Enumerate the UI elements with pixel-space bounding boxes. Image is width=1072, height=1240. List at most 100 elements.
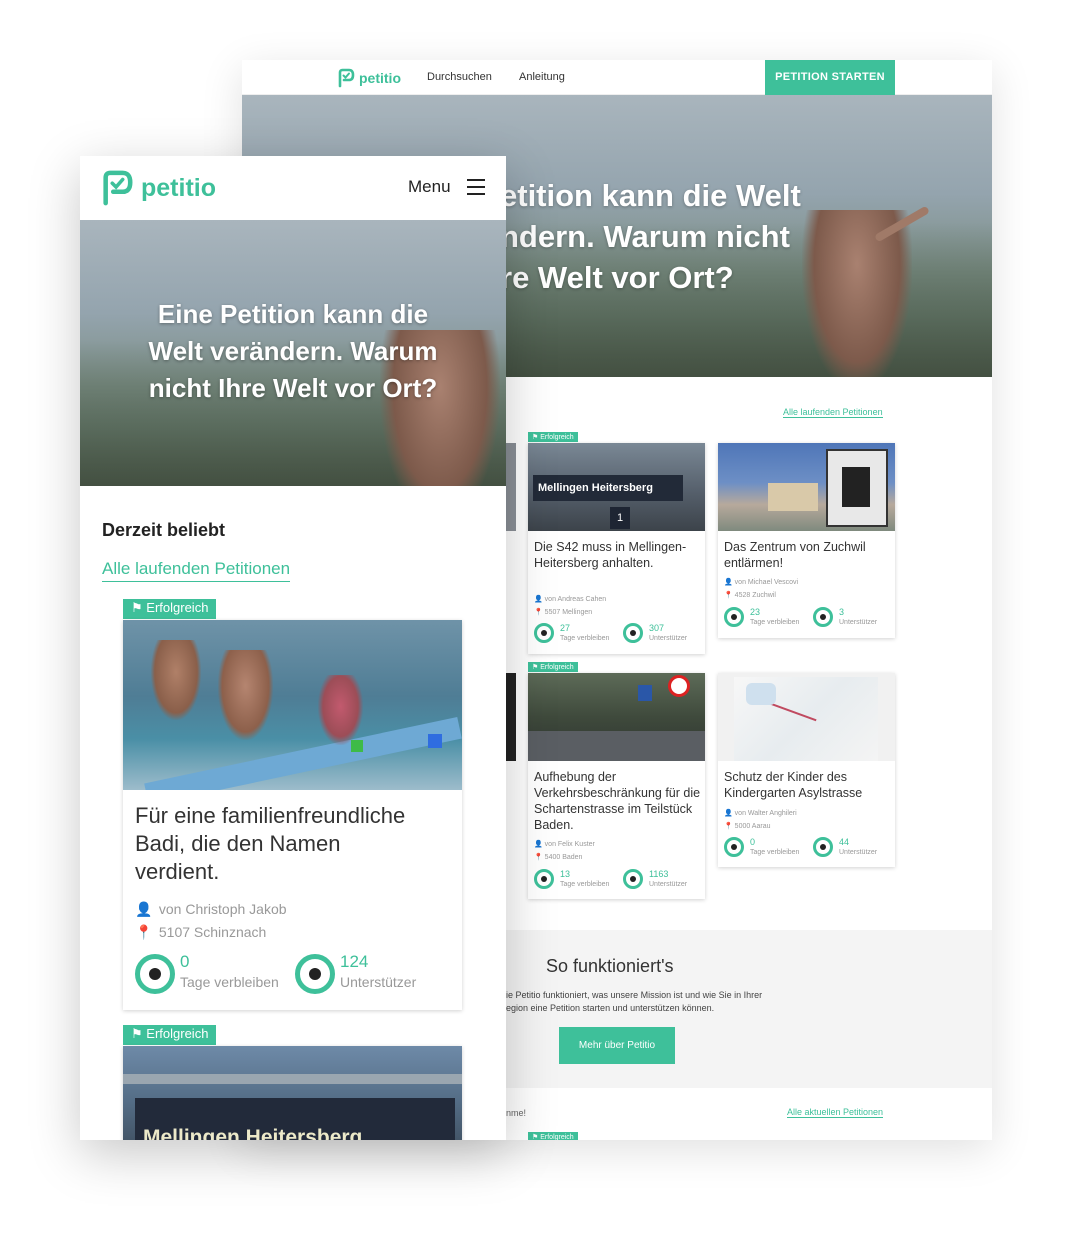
- card3-supporters-label: Unterstützer: [649, 881, 688, 888]
- card1-flag-badge: ⚑ Erfolgreich: [528, 432, 578, 442]
- card2-image: [718, 443, 895, 531]
- how-title: So funktioniert's: [546, 956, 674, 976]
- card1-title[interactable]: Die S42 muss in Mellingen-Heitersberg an…: [534, 539, 699, 571]
- mobile-mockup: petitio Menu Eine Petition kann die Welt…: [80, 156, 506, 1140]
- partial-card-left-1: [506, 443, 516, 531]
- station-canopy: [123, 1074, 462, 1084]
- roundabout-building: [768, 483, 818, 511]
- menu-label[interactable]: Menu: [408, 177, 451, 197]
- sign-pen-icon: [813, 837, 833, 857]
- section-title: Derzeit beliebt: [102, 520, 226, 540]
- mobile-card2-image: Mellingen Heitersberg: [123, 1046, 462, 1140]
- mobile-hero: Eine Petition kann die Welt verändern. W…: [80, 220, 506, 486]
- child-3: [318, 675, 363, 745]
- card3-place: 📍 5400 Baden: [534, 854, 583, 861]
- card2-supporters: 3: [839, 607, 845, 617]
- desktop-logo-text: petitio: [359, 70, 401, 86]
- card4-map-image: [718, 673, 895, 761]
- mobile-petition-card-badi[interactable]: Für eine familienfreundliche Badi, die d…: [123, 620, 462, 1010]
- desktop-all-running-link[interactable]: Alle laufenden Petitionen: [783, 407, 883, 418]
- card3-image: [528, 673, 705, 761]
- child-2: [218, 650, 273, 740]
- card1-days-label: Tage verbleiben: [560, 635, 610, 642]
- mobile-logo-text: petitio: [141, 173, 216, 202]
- card3-days-label: Tage verbleiben: [560, 881, 610, 888]
- card1-place: 📍 5507 Mellingen: [534, 609, 593, 616]
- mobile-card1-supporters: 124: [340, 952, 369, 971]
- card4-days-label: Tage verbleiben: [750, 849, 800, 856]
- mobile-card1-image: [123, 620, 462, 790]
- clock-icon: [534, 623, 554, 643]
- card3-supporters: 1163: [649, 869, 669, 879]
- info-sign: [638, 685, 652, 701]
- petition-card-zuchwil[interactable]: Das Zentrum von Zuchwil entlärmen! 👤 von…: [718, 443, 895, 638]
- sign-pen-icon: [813, 607, 833, 627]
- desktop-logo[interactable]: petitio: [337, 68, 401, 88]
- logo-icon: [103, 170, 133, 206]
- no-entry-sign: [668, 675, 690, 697]
- card1-image: Mellingen Heitersberg 1: [528, 443, 705, 531]
- desktop-hero-heading: etition kann die Welt ndern. Warum nicht…: [500, 178, 801, 295]
- station-sign: Mellingen Heitersberg: [533, 475, 683, 501]
- mobile-card1-supporters-label: Unterstützer: [340, 974, 417, 990]
- petition-card-aarau[interactable]: Schutz der Kinder des Kindergarten Asyls…: [718, 673, 895, 867]
- card1-supporters: 307: [649, 623, 665, 633]
- petition-card-baden[interactable]: Aufhebung der Verkehrsbeschränkung für d…: [528, 673, 705, 899]
- mobile-card2-flag-badge: ⚑ Erfolgreich: [123, 1025, 217, 1045]
- sign-pen-icon: [623, 869, 643, 889]
- more-about-petitio-button[interactable]: Mehr über Petitio: [559, 1027, 675, 1064]
- card3-flag-badge: ⚑ Erfolgreich: [528, 662, 578, 672]
- card4-place: 📍 5000 Aarau: [724, 823, 771, 830]
- mobile-card1-flag-badge: ⚑ Erfolgreich: [123, 599, 217, 619]
- clock-icon: [534, 869, 554, 889]
- mobile-header: petitio Menu: [80, 156, 506, 220]
- card2-supporters-label: Unterstützer: [839, 619, 878, 626]
- mobile-card1-days-label: Tage verbleiben: [180, 974, 279, 990]
- clock-icon: [724, 607, 744, 627]
- clock-icon: [724, 837, 744, 857]
- toy-green: [351, 740, 363, 752]
- card2-days: 23: [750, 607, 761, 617]
- petition-card-mellingen[interactable]: Mellingen Heitersberg 1 Die S42 muss in …: [528, 443, 705, 654]
- card1-days: 27: [560, 623, 571, 633]
- card4-supporters: 44: [839, 837, 850, 847]
- child-1: [151, 640, 201, 720]
- road-surface: [528, 731, 705, 761]
- logo-icon: [338, 68, 355, 88]
- card3-days: 13: [560, 869, 571, 879]
- clock-icon: [135, 954, 175, 994]
- person-icon: 👤: [135, 901, 153, 917]
- card2-author: 👤 von Michael Vescovi: [724, 579, 799, 586]
- how-text-line-2: egion eine Petition starten und unterstü…: [506, 1003, 715, 1013]
- card4-title[interactable]: Schutz der Kinder des Kindergarten Asyls…: [724, 769, 892, 801]
- mobile-card1-days: 0: [180, 952, 190, 971]
- card1-supporters-label: Unterstützer: [649, 635, 688, 642]
- mobile-hero-heading: Eine Petition kann die Welt verändern. W…: [148, 299, 438, 403]
- pool-edge: [144, 716, 462, 790]
- sign-pen-icon: [295, 954, 335, 994]
- mobile-petition-card-mellingen[interactable]: Mellingen Heitersberg: [123, 1046, 462, 1140]
- mobile-card1-place: 📍 5107 Schinznach: [135, 924, 267, 940]
- card3-author: 👤 von Felix Kuster: [534, 841, 595, 848]
- toy-blue: [428, 734, 442, 748]
- mobile-logo[interactable]: petitio: [100, 169, 216, 207]
- footer-left-text: nme!: [506, 1108, 527, 1118]
- mobile-all-running-link[interactable]: Alle laufenden Petitionen: [102, 559, 291, 582]
- card4-author: 👤 von Walter Anghileri: [724, 810, 797, 817]
- start-petition-button[interactable]: PETITION STARTEN: [765, 60, 895, 95]
- card2-place: 📍 4528 Zuchwil: [724, 592, 776, 599]
- map-water: [746, 683, 776, 705]
- platform-number: 1: [610, 507, 630, 529]
- card3-title[interactable]: Aufhebung der Verkehrsbeschränkung für d…: [534, 769, 702, 833]
- nav-link-anleitung[interactable]: Anleitung: [519, 71, 565, 83]
- desktop-all-current-link[interactable]: Alle aktuellen Petitionen: [787, 1107, 884, 1118]
- how-text-line-1: ie Petitio funktioniert, was unsere Miss…: [506, 990, 763, 1000]
- hamburger-icon[interactable]: [467, 179, 485, 195]
- card4-days: 0: [750, 837, 756, 847]
- partial-card-left-2: [506, 673, 516, 761]
- card2-title[interactable]: Das Zentrum von Zuchwil entlärmen!: [724, 539, 889, 571]
- sign-pen-icon: [623, 623, 643, 643]
- mobile-card1-title[interactable]: Für eine familienfreundliche Badi, die d…: [135, 802, 455, 886]
- nav-link-durchsuchen[interactable]: Durchsuchen: [427, 71, 492, 83]
- hero-person-image: [802, 210, 912, 377]
